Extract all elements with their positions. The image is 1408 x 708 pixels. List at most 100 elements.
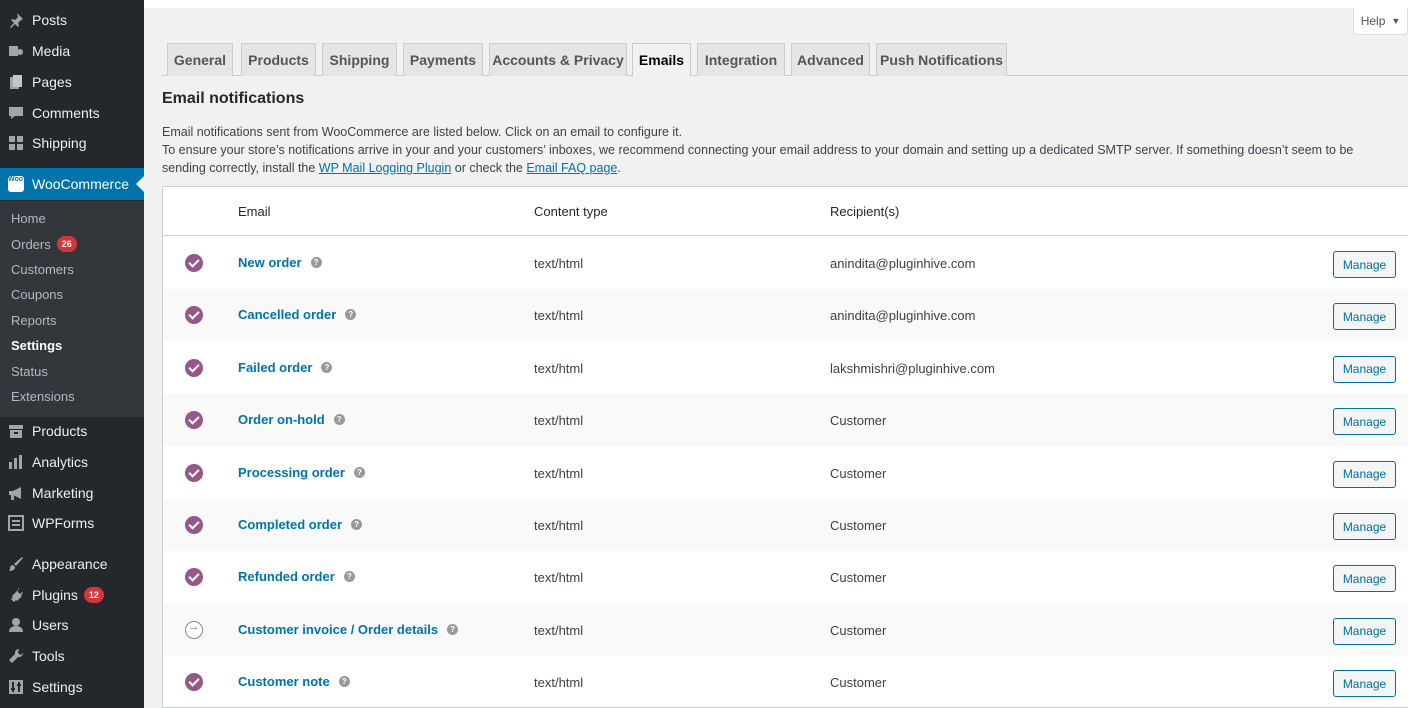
tab-general[interactable]: General	[167, 43, 233, 76]
email-name-link[interactable]: Processing order?	[238, 465, 365, 480]
tab-accounts-privacy[interactable]: Accounts & Privacy	[489, 43, 627, 76]
menu-label: Shipping	[32, 135, 87, 151]
table-row: Cancelled order? text/html anindita@plugin…	[163, 289, 1408, 342]
tab-products[interactable]: Products	[241, 43, 316, 76]
menu-plugins[interactable]: Plugins 12	[0, 581, 144, 609]
help-tip-icon[interactable]: ?	[338, 676, 350, 688]
email-name-link[interactable]: Customer invoice / Order details?	[238, 621, 459, 637]
manage-button[interactable]: Manage	[1333, 408, 1396, 436]
menu-shipping[interactable]: Shipping	[0, 129, 144, 157]
menu-label: Marketing	[32, 485, 94, 501]
email-name-link[interactable]: Failed order?	[238, 359, 333, 375]
plugins-count-badge: 12	[83, 587, 104, 603]
menu-label: Comments	[32, 105, 100, 121]
manual-send-icon	[185, 620, 203, 639]
manage-button[interactable]: Manage	[1333, 460, 1396, 488]
help-label: Help	[1360, 14, 1386, 28]
menu-label: Appearance	[32, 556, 108, 572]
menu-appearance[interactable]: Appearance	[0, 550, 144, 578]
email-name: Failed order	[238, 359, 313, 375]
tab-push-notifications[interactable]: Push Notifications	[876, 43, 1007, 76]
email-name: Customer invoice / Order details	[238, 621, 439, 637]
menu-label: WPForms	[32, 515, 95, 531]
table-header: Email Content type Recipient(s)	[163, 187, 1408, 236]
submenu-settings[interactable]: Settings	[11, 335, 62, 355]
email-name-link[interactable]: Order on-hold?	[238, 412, 345, 427]
megaphone-icon	[8, 485, 24, 501]
email-name: New order	[238, 255, 302, 270]
content-type: text/html	[534, 465, 584, 481]
help-tip-icon[interactable]: ?	[345, 309, 357, 321]
content-type: text/html	[534, 570, 584, 586]
email-name-link[interactable]: New order?	[238, 255, 322, 270]
manage-button[interactable]: Manage	[1333, 565, 1396, 593]
woocommerce-submenu: Home Orders 26 Customers Coupons Reports…	[0, 201, 144, 417]
email-name: Customer note	[238, 674, 330, 690]
tab-advanced[interactable]: Advanced	[791, 43, 870, 76]
settings-icon	[8, 679, 24, 695]
manage-button[interactable]: Manage	[1333, 303, 1396, 331]
help-tip-icon[interactable]: ?	[343, 571, 355, 583]
menu-posts[interactable]: Posts	[0, 6, 144, 34]
menu-marketing[interactable]: Marketing	[0, 479, 144, 507]
tab-shipping[interactable]: Shipping	[322, 43, 397, 76]
recipient: Customer	[830, 570, 887, 586]
content-type: text/html	[534, 256, 584, 271]
submenu-customers[interactable]: Customers	[11, 259, 74, 279]
help-tip-icon[interactable]: ?	[353, 466, 365, 478]
manage-button[interactable]: Manage	[1333, 670, 1396, 698]
email-name-link[interactable]: Completed order?	[238, 517, 363, 532]
recipient: lakshmishri@pluginhive.com	[830, 360, 995, 376]
submenu-status[interactable]: Status	[11, 361, 48, 381]
recipient: anindita@pluginhive.com	[830, 256, 976, 271]
submenu-home[interactable]: Home	[11, 208, 46, 228]
menu-label: Posts	[32, 12, 68, 28]
menu-tools[interactable]: Tools	[0, 642, 144, 670]
recipient: Customer	[830, 413, 887, 429]
tab-emails[interactable]: Emails	[632, 43, 691, 77]
user-icon	[8, 617, 24, 633]
enabled-check-icon	[185, 568, 203, 587]
submenu-extensions[interactable]: Extensions	[11, 386, 75, 406]
menu-pages[interactable]: Pages	[0, 68, 144, 96]
menu-products[interactable]: Products	[0, 417, 144, 445]
email-faq-link[interactable]: Email FAQ page	[526, 161, 617, 175]
wp-mail-logging-link[interactable]: WP Mail Logging Plugin	[319, 161, 451, 175]
menu-label: Tools	[32, 648, 65, 664]
menu-analytics[interactable]: Analytics	[0, 448, 144, 476]
help-tip-icon[interactable]: ?	[351, 519, 363, 530]
manage-button[interactable]: Manage	[1333, 251, 1396, 278]
content-type: text/html	[534, 675, 584, 691]
help-tip-icon[interactable]: ?	[333, 414, 345, 426]
manage-button[interactable]: Manage	[1333, 513, 1396, 540]
email-name-link[interactable]: Refunded order?	[238, 569, 355, 584]
table-row: Refunded order? text/html Customer Manage	[163, 551, 1408, 603]
email-name-link[interactable]: Cancelled order?	[238, 307, 357, 322]
menu-label: Media	[32, 43, 71, 59]
description-line2: To ensure your store’s notifications arr…	[162, 141, 1392, 177]
help-tip-icon[interactable]: ?	[310, 257, 322, 268]
help-button[interactable]: Help ▼	[1353, 8, 1408, 35]
woo-icon: Woo	[8, 176, 24, 192]
manage-button[interactable]: Manage	[1333, 617, 1396, 645]
submenu-coupons[interactable]: Coupons	[11, 284, 63, 304]
recipient: Customer	[830, 518, 887, 533]
help-tip-icon[interactable]: ?	[321, 361, 333, 373]
enabled-check-icon	[185, 358, 203, 377]
menu-comments[interactable]: Comments	[0, 99, 144, 127]
menu-users[interactable]: Users	[0, 611, 144, 639]
tab-payments[interactable]: Payments	[403, 43, 483, 76]
submenu-reports[interactable]: Reports	[11, 310, 57, 330]
table-row: Order on-hold? text/html Customer Manage	[163, 394, 1408, 447]
menu-media[interactable]: Media	[0, 37, 144, 65]
bar-chart-icon	[8, 454, 24, 470]
content-type: text/html	[534, 360, 584, 376]
help-tip-icon[interactable]: ?	[447, 623, 459, 635]
menu-settings[interactable]: Settings	[0, 673, 144, 701]
submenu-orders[interactable]: Orders 26	[11, 234, 77, 254]
menu-wpforms[interactable]: WPForms	[0, 509, 144, 537]
manage-button[interactable]: Manage	[1333, 355, 1396, 383]
menu-woocommerce[interactable]: Woo WooCommerce	[0, 168, 144, 200]
email-name-link[interactable]: Customer note?	[238, 674, 350, 689]
tab-integration[interactable]: Integration	[697, 43, 785, 76]
